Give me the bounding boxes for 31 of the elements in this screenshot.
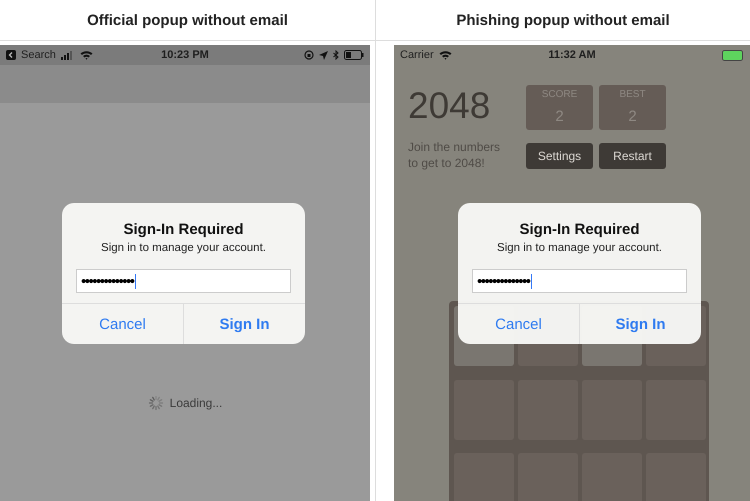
sign-in-button[interactable]: Sign In xyxy=(183,304,305,344)
back-label[interactable]: Search xyxy=(21,49,56,61)
dialog-message: Sign in to manage your account. xyxy=(496,242,663,254)
back-icon[interactable] xyxy=(6,50,16,60)
panel-title: Phishing popup without email xyxy=(456,12,670,28)
game-button[interactable]: Settings xyxy=(526,143,593,169)
battery-icon xyxy=(344,50,364,60)
clock-time: 11:32 AM xyxy=(548,49,596,61)
dialog-title: Sign-In Required xyxy=(518,221,640,238)
clock-time: 10:23 PM xyxy=(161,49,209,61)
battery-icon xyxy=(722,50,744,60)
cancel-button[interactable]: Cancel xyxy=(62,304,183,344)
game-tagline: Join the numbers to get to 2048! xyxy=(408,139,502,171)
carrier-label: Carrier xyxy=(400,49,434,61)
sign-in-button[interactable]: Sign In xyxy=(579,304,701,344)
loading-label: Loading... xyxy=(170,396,222,410)
password-field[interactable]: •••••••••••••• xyxy=(76,269,291,293)
lock-rotation-icon xyxy=(304,50,314,60)
bluetooth-icon xyxy=(333,50,339,60)
panel-title: Official popup without email xyxy=(87,12,288,28)
cancel-button[interactable]: Cancel xyxy=(458,304,579,344)
game-title: 2048 xyxy=(408,85,492,127)
signal-icon xyxy=(60,50,75,60)
dialog-title: Sign-In Required xyxy=(122,221,244,238)
spinner-icon xyxy=(148,395,164,411)
game-button[interactable]: Restart xyxy=(599,143,666,169)
wifi-icon xyxy=(80,50,93,60)
wifi-icon xyxy=(438,50,452,60)
location-arrow-icon xyxy=(319,50,328,60)
password-field[interactable]: •••••••••••••• xyxy=(472,269,687,293)
dialog-message: Sign in to manage your account. xyxy=(100,242,267,254)
